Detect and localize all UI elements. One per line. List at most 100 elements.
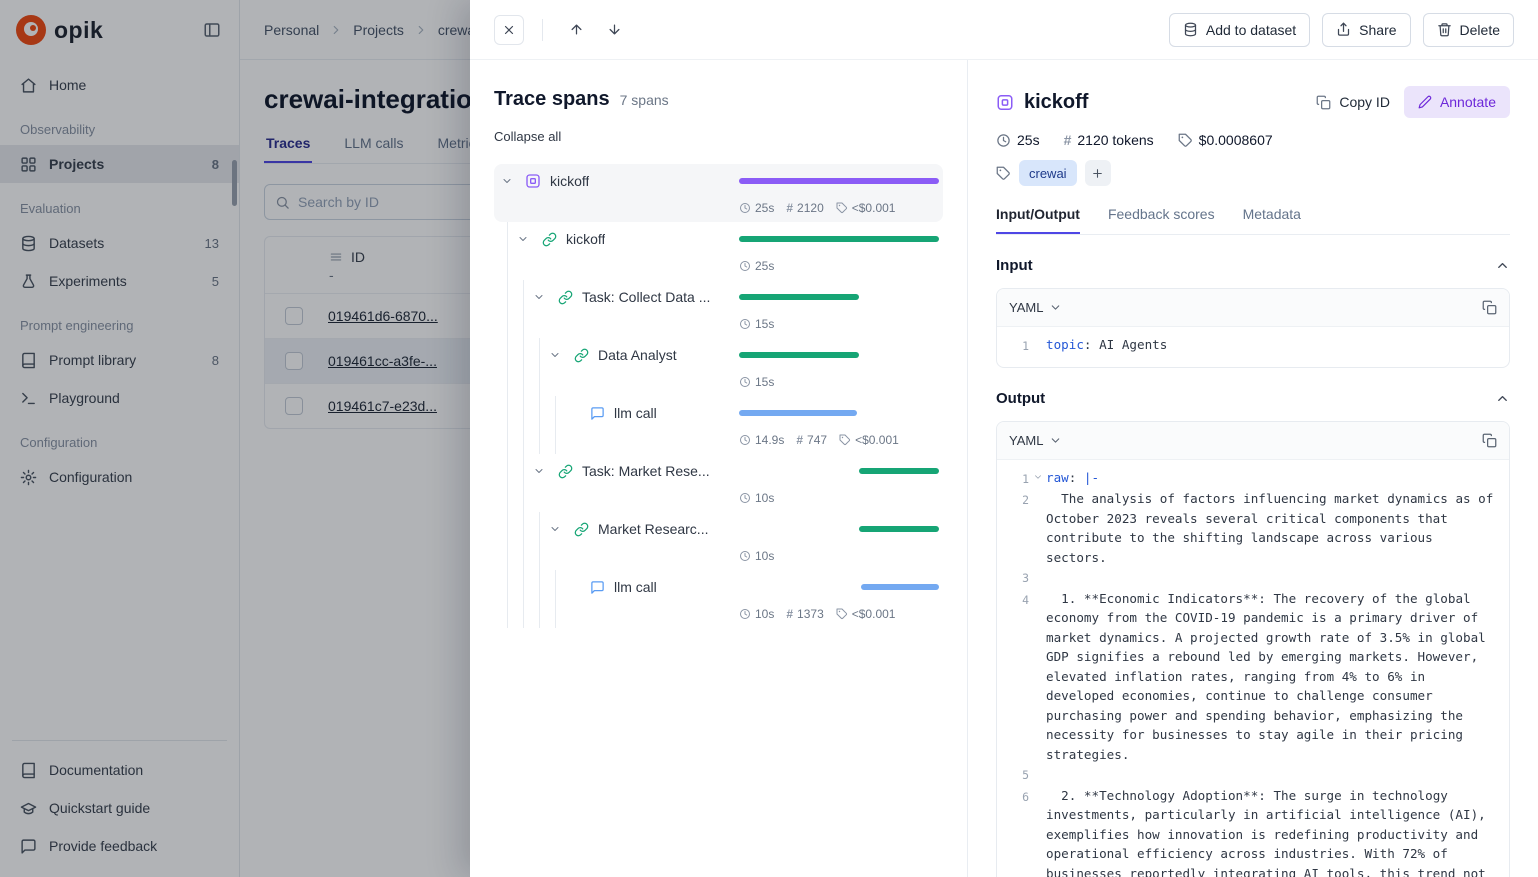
clock-icon (739, 608, 751, 620)
copy-output-button[interactable] (1482, 433, 1497, 448)
hash-icon: # (786, 201, 793, 215)
cost-metric: <$0.001 (836, 201, 896, 215)
span-row-data-analyst[interactable]: Data Analyst 15s (494, 338, 943, 396)
tab-input-output[interactable]: Input/Output (996, 206, 1080, 234)
trace-spans-title: Trace spans (494, 88, 610, 111)
tab-metadata[interactable]: Metadata (1243, 206, 1301, 234)
span-label: llm call (614, 405, 657, 421)
clock-icon (739, 202, 751, 214)
span-tree: kickoff 25s #2120 <$0.001 (494, 164, 943, 628)
clock-icon (739, 434, 751, 446)
duration-bar-track (739, 468, 939, 474)
yaml-key: topic (1046, 337, 1084, 352)
line-number: 3 (1003, 567, 1029, 589)
copy-id-button[interactable]: Copy ID (1316, 94, 1390, 110)
close-button[interactable] (494, 15, 524, 45)
hash-icon: # (796, 433, 803, 447)
duration-metric: 15s (739, 317, 774, 331)
annotate-button[interactable]: Annotate (1404, 86, 1510, 118)
copy-input-button[interactable] (1482, 300, 1497, 315)
chevron-down-icon (1049, 434, 1062, 447)
next-trace-button[interactable] (599, 15, 629, 45)
chevron-down-icon[interactable] (530, 288, 548, 306)
chevron-down-icon[interactable] (546, 520, 564, 538)
add-tag-button[interactable] (1085, 160, 1111, 186)
detail-tabs: Input/Output Feedback scores Metadata (996, 206, 1510, 235)
span-row-task-collect-data[interactable]: Task: Collect Data ... 15s (494, 280, 943, 338)
span-row-market-researcher[interactable]: Market Researc... 10s (494, 512, 943, 570)
clock-icon (739, 376, 751, 388)
duration-bar (739, 352, 859, 358)
cost-stat: $0.0008607 (1178, 132, 1273, 148)
duration-bar-track (739, 294, 939, 300)
tags-row: crewai (996, 160, 1510, 186)
tab-feedback-scores[interactable]: Feedback scores (1108, 206, 1215, 234)
duration-bar-track (739, 178, 939, 184)
format-select[interactable]: YAML (1009, 300, 1062, 315)
span-label: kickoff (550, 173, 589, 189)
input-section-title: Input (996, 257, 1033, 274)
chevron-down-icon[interactable] (498, 172, 516, 190)
previous-trace-button[interactable] (561, 15, 591, 45)
chevron-up-icon[interactable] (1495, 391, 1510, 406)
chevron-down-icon[interactable] (530, 462, 548, 480)
input-accordion-header[interactable]: Input (996, 235, 1510, 288)
yaml-value: AI Agents (1099, 337, 1167, 352)
tag-icon (836, 608, 848, 620)
span-detail-title: kickoff (1024, 91, 1088, 114)
span-label: Task: Collect Data ... (582, 289, 710, 305)
delete-label: Delete (1460, 22, 1500, 38)
span-link-icon (572, 346, 590, 364)
share-icon (1336, 22, 1351, 37)
duration-bar-track (739, 526, 939, 532)
span-label: Data Analyst (598, 347, 677, 363)
duration-bar (859, 468, 939, 474)
duration-metric: 10s (739, 607, 774, 621)
divider (542, 19, 543, 41)
line-number: 2 (1003, 489, 1029, 567)
delete-button[interactable]: Delete (1423, 13, 1514, 47)
plus-icon (1091, 167, 1104, 180)
span-row-task-market-research[interactable]: Task: Market Rese... 10s (494, 454, 943, 512)
chevron-down-icon[interactable] (546, 346, 564, 364)
tokens-metric: #1373 (786, 607, 823, 621)
overlay-toolbar: Add to dataset Share Delete (470, 0, 1538, 60)
tokens-metric: #2120 (786, 201, 823, 215)
close-icon (502, 23, 516, 37)
duration-bar-track (739, 236, 939, 242)
span-stats: 25s #2120 tokens $0.0008607 (996, 132, 1510, 148)
output-code: 1 raw: |- 2 The analysis of factors infl… (997, 460, 1509, 877)
duration-bar (739, 178, 939, 184)
span-link-icon (572, 520, 590, 538)
format-select[interactable]: YAML (1009, 433, 1062, 448)
duration-bar (739, 410, 857, 416)
chevron-down-icon[interactable] (514, 230, 532, 248)
span-row-kickoff[interactable]: kickoff 25s (494, 222, 943, 280)
span-row-llm-call[interactable]: llm call 14.9s #747 <$0.001 (494, 396, 943, 454)
tag-chip-crewai[interactable]: crewai (1019, 160, 1077, 186)
pencil-icon (1418, 95, 1432, 109)
collapse-all-button[interactable]: Collapse all (494, 129, 561, 144)
copy-id-label: Copy ID (1339, 94, 1390, 110)
span-row-kickoff-trace[interactable]: kickoff 25s #2120 <$0.001 (494, 164, 943, 222)
share-button[interactable]: Share (1322, 13, 1410, 47)
copy-icon (1482, 300, 1497, 315)
duration-metric: 25s (739, 259, 774, 273)
cost-metric: <$0.001 (839, 433, 899, 447)
hash-icon: # (1064, 132, 1072, 148)
arrow-down-icon (607, 22, 622, 37)
line-number: 1 (1003, 468, 1029, 490)
span-label: Task: Market Rese... (582, 463, 710, 479)
clock-icon (739, 318, 751, 330)
span-link-icon (556, 462, 574, 480)
output-accordion-header[interactable]: Output (996, 368, 1510, 421)
span-row-llm-call[interactable]: llm call 10s #1373 <$0.001 (494, 570, 943, 628)
span-label: llm call (614, 579, 657, 595)
add-to-dataset-button[interactable]: Add to dataset (1169, 13, 1310, 47)
fold-chevron-icon[interactable] (1029, 468, 1046, 490)
span-link-icon (540, 230, 558, 248)
chevron-up-icon[interactable] (1495, 258, 1510, 273)
yaml-text (1046, 567, 1497, 589)
duration-bar (739, 294, 859, 300)
arrow-up-icon (569, 22, 584, 37)
